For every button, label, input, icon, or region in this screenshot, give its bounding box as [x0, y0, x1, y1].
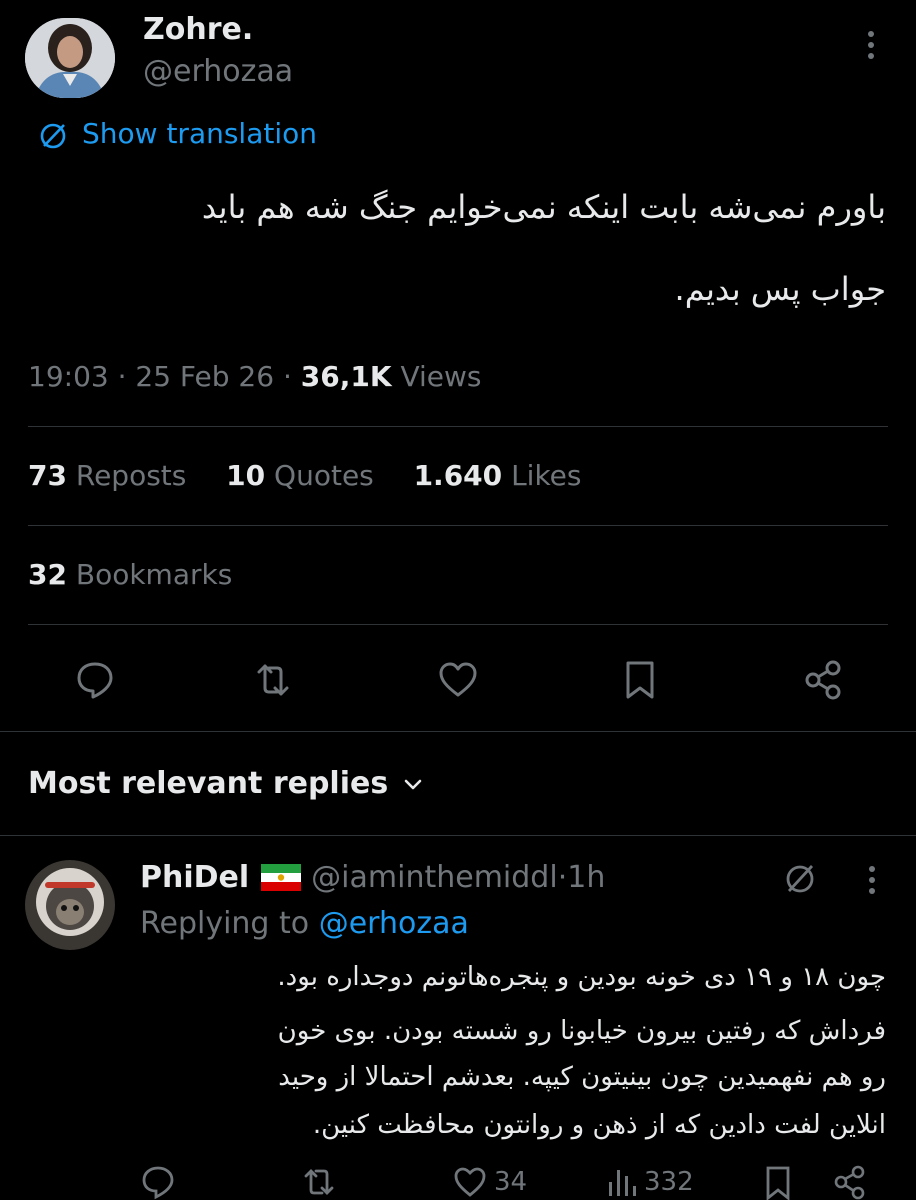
views-count: 36,1K	[300, 360, 392, 393]
repost-icon[interactable]	[251, 658, 295, 702]
show-translation-link[interactable]: Show translation	[82, 117, 317, 150]
bookmark-icon[interactable]	[618, 658, 662, 702]
reposts-label: Reposts	[75, 459, 187, 492]
section-divider	[0, 835, 916, 836]
tweet-meta: 19:03 · 25 Feb 26 · 36,1K Views	[28, 360, 482, 393]
replying-to-label: Replying to	[140, 906, 310, 941]
bookmarks-stat[interactable]: 32 Bookmarks	[28, 558, 232, 591]
views-icon	[606, 1164, 638, 1200]
author-avatar[interactable]	[25, 18, 115, 98]
views-label: Views	[400, 360, 482, 393]
likes-label: Likes	[511, 459, 582, 492]
bookmarks-label: Bookmarks	[75, 558, 233, 591]
reply-text-line-1: چون ۱۸ و ۱۹ دی خونه بودین و پنجره‌هاتونم…	[277, 962, 886, 992]
tweet-date[interactable]: 25 Feb 26	[135, 360, 274, 393]
translate-icon[interactable]	[37, 120, 69, 152]
like-button[interactable]: 34	[452, 1164, 527, 1200]
reply-views-count: 332	[644, 1167, 694, 1197]
section-divider	[0, 731, 916, 732]
reply-like-count: 34	[494, 1167, 528, 1197]
quotes-stat[interactable]: 10 Quotes	[226, 459, 374, 492]
reply-header: PhiDel @iaminthemiddl · 1h	[140, 860, 606, 895]
reply-action-bar: 34 332	[0, 1160, 916, 1200]
reply-author-name[interactable]: PhiDel	[140, 860, 249, 895]
chevron-down-icon	[402, 773, 424, 795]
translate-icon[interactable]	[782, 861, 818, 897]
replying-to-handle[interactable]: @erhozaa	[319, 906, 469, 941]
reply-text-line-2: فرداش که رفتین بیرون خیابونا رو شسته بود…	[277, 1016, 886, 1046]
likes-stat[interactable]: 1.640 Likes	[414, 459, 582, 492]
iran-flag-icon	[261, 864, 302, 891]
divider	[28, 624, 888, 625]
share-icon[interactable]	[802, 658, 846, 702]
likes-count: 1.640	[413, 459, 503, 492]
replies-sort-label: Most relevant replies	[28, 766, 389, 801]
bookmark-icon[interactable]	[762, 1164, 794, 1200]
divider	[28, 426, 888, 427]
like-icon[interactable]	[436, 658, 480, 702]
more-options-icon[interactable]	[858, 28, 884, 62]
tweet-text-line-1: باورم نمی‌شه بابت اینکه نمی‌خوایم جنگ شه…	[201, 188, 886, 226]
author-name[interactable]: Zohre.	[143, 12, 253, 47]
reposts-count: 73	[28, 459, 67, 492]
reply-icon[interactable]	[140, 1164, 176, 1200]
engagement-stats: 73 Reposts 10 Quotes 1.640 Likes	[28, 459, 581, 492]
tweet-time[interactable]: 19:03	[28, 360, 109, 393]
replies-sort-dropdown[interactable]: Most relevant replies	[28, 766, 424, 801]
quotes-label: Quotes	[274, 459, 374, 492]
reply-icon[interactable]	[73, 658, 117, 702]
reply-text-line-3: رو هم نفهمیدین چون بینیتون کیپه. بعدشم ا…	[278, 1062, 886, 1092]
like-icon	[452, 1164, 488, 1200]
quotes-count: 10	[226, 459, 266, 492]
reply-text-line-4: انلاین لفت دادین که از ذهن و روانتون محا…	[312, 1110, 886, 1140]
share-icon[interactable]	[832, 1164, 868, 1200]
divider	[28, 525, 888, 526]
reply-author-handle[interactable]: @iaminthemiddl	[311, 860, 558, 895]
reply-time[interactable]: 1h	[567, 860, 605, 895]
reply-author-avatar[interactable]	[25, 860, 115, 950]
more-options-icon[interactable]	[860, 863, 884, 897]
tweet-text-line-2: جواب پس بدیم.	[674, 270, 886, 308]
author-handle[interactable]: @erhozaa	[143, 54, 293, 89]
replying-to: Replying to @erhozaa	[140, 906, 469, 941]
reposts-stat[interactable]: 73 Reposts	[28, 459, 186, 492]
repost-icon[interactable]	[300, 1164, 338, 1200]
views-button[interactable]: 332	[606, 1164, 694, 1200]
bookmarks-count: 32	[28, 558, 67, 591]
